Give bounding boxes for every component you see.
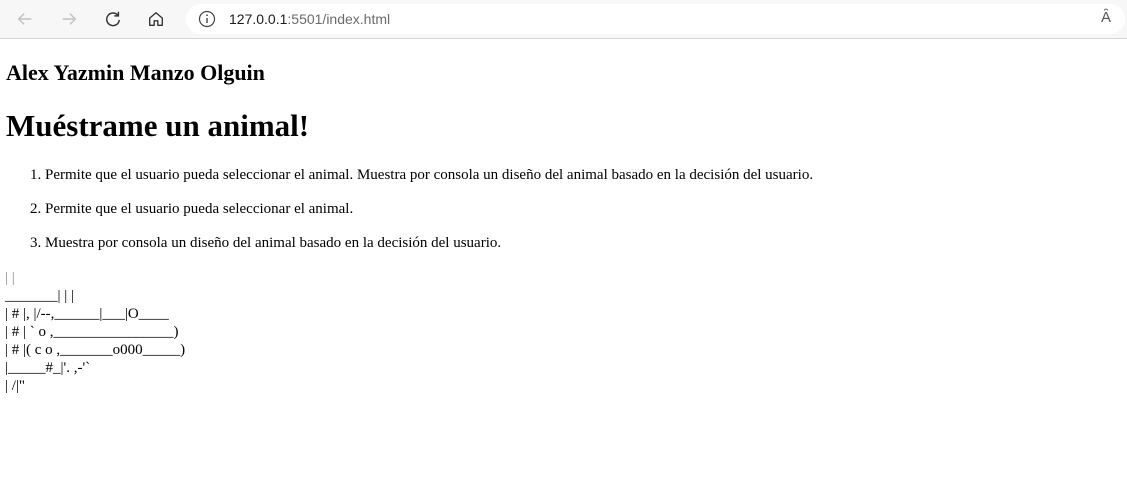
url-host: 127.0.0.1 [229, 11, 288, 27]
ascii-line: |_____#_|'. ,-'` [5, 360, 91, 376]
url-path: :5501/index.html [287, 11, 391, 27]
list-item: Permite que el usuario pueda seleccionar… [45, 200, 1127, 218]
forward-button[interactable] [54, 4, 84, 34]
ascii-line: | # |( c o ,_______o000_____) [5, 342, 186, 358]
ascii-line: | | [5, 270, 15, 286]
ascii-line: | /|" [5, 378, 26, 394]
address-bar[interactable]: 127.0.0.1:5501/index.html Ȃ [186, 4, 1125, 34]
list-item: Muestra por consola un diseño del animal… [45, 234, 1127, 252]
ascii-art: | | _______| | | | # |, |/--,______|___|… [5, 269, 185, 395]
back-button[interactable] [10, 4, 40, 34]
info-icon[interactable] [198, 10, 216, 28]
ascii-line: _______| | | [5, 288, 75, 304]
arrow-left-icon [17, 13, 32, 25]
browser-toolbar: 127.0.0.1:5501/index.html Ȃ [0, 0, 1127, 39]
reload-icon [106, 11, 121, 27]
reload-button[interactable] [98, 4, 128, 34]
home-icon [149, 12, 163, 26]
ascii-line: | # |, |/--,______|___|O____ [5, 306, 169, 322]
ascii-line: | # | ` o ,________________) [5, 324, 179, 340]
task-list: Permite que el usuario pueda seleccionar… [6, 166, 1127, 268]
home-button[interactable] [141, 4, 171, 34]
author-heading: Alex Yazmin Manzo Olguin [6, 60, 265, 85]
url-text[interactable]: 127.0.0.1:5501/index.html [229, 11, 390, 27]
page-title: Muéstrame un animal! [6, 108, 310, 143]
read-aloud-icon[interactable]: Ȃ [1101, 9, 1121, 29]
list-item: Permite que el usuario pueda seleccionar… [45, 166, 1127, 184]
arrow-right-icon [62, 13, 77, 25]
